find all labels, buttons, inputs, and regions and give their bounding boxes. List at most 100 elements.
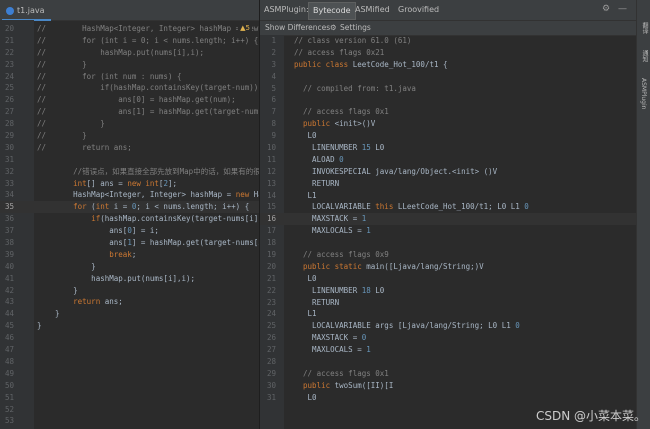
line-number: 34 <box>4 190 14 200</box>
bytecode-line[interactable]: 15 LOCALVARIABLE this LLeetCode_Hot_100/… <box>260 201 636 213</box>
bytecode-line[interactable]: 7 // access flags 0x1 <box>260 106 636 118</box>
code-line[interactable]: 36 if(hashMap.containsKey(target-nums[i]… <box>0 213 260 225</box>
bytecode-line[interactable]: 3 public class LeetCode_Hot_100/t1 { <box>260 59 636 71</box>
bytecode-line[interactable]: 1 // class version 61.0 (61) <box>260 35 636 47</box>
code-line[interactable]: 42 } <box>0 285 260 297</box>
tab-t1-java[interactable]: t1.java <box>2 2 51 21</box>
code-line[interactable]: 45} <box>0 320 260 332</box>
code-text: // ans[0] = hashMap.get(num); <box>37 95 236 105</box>
code-line[interactable]: 41 hashMap.put(nums[i],i); <box>0 273 260 285</box>
code-line[interactable]: 53 <box>0 415 260 427</box>
bytecode-line[interactable]: 9 L0 <box>260 130 636 142</box>
code-line[interactable]: 25 // if(hashMap.containsKey(target-num))… <box>0 82 260 94</box>
strip-item-asmplugin[interactable]: ASMPlugin <box>640 78 647 109</box>
bytecode-line[interactable]: 6 <box>260 94 636 106</box>
bytecode-line[interactable]: 31 L0 <box>260 392 636 404</box>
code-line[interactable]: 32 //错误点，如果直接全部先放到Map中的话，如果有的很是 <box>0 166 260 178</box>
gear-icon[interactable]: ⚙ <box>602 4 610 14</box>
code-line[interactable]: 48 <box>0 356 260 368</box>
line-number: 33 <box>4 178 14 188</box>
bytecode-view[interactable]: 1 // class version 61.0 (61) 2 // access fl… <box>260 35 636 404</box>
bytecode-line[interactable]: 8 public <init>()V <box>260 118 636 130</box>
settings-button[interactable]: Settings <box>340 23 371 32</box>
code-line[interactable]: 50 <box>0 380 260 392</box>
bytecode-line[interactable]: 26 MAXSTACK = 0 <box>260 332 636 344</box>
line-number: 5 <box>271 83 276 93</box>
code-line[interactable]: 31 <box>0 154 260 166</box>
line-number: 31 <box>4 154 14 164</box>
bytecode-line[interactable]: 30 public twoSum([II)[I <box>260 380 636 392</box>
bytecode-line[interactable]: 24 L1 <box>260 308 636 320</box>
code-line[interactable]: 49 <box>0 368 260 380</box>
strip-item-notifications[interactable]: 通知 <box>640 50 649 62</box>
bytecode-line[interactable]: 4 <box>260 71 636 83</box>
code-line[interactable]: 20 // HashMap<Integer, Integer> hashMap =… <box>0 23 260 35</box>
bytecode-line[interactable]: 28 <box>260 356 636 368</box>
strip-item-translate[interactable]: 翻译 <box>640 22 649 34</box>
line-number: 11 <box>266 154 276 164</box>
bytecode-text: // access flags 0x1 <box>294 368 389 378</box>
code-text: } <box>37 309 60 319</box>
code-line[interactable]: 33 int[] ans = new int[2]; <box>0 178 260 190</box>
bytecode-line[interactable]: 5 // compiled from: t1.java <box>260 83 636 95</box>
code-line[interactable]: 40 } <box>0 261 260 273</box>
tab-groovified[interactable]: Groovified <box>394 2 443 18</box>
code-line[interactable]: 24 // for (int num : nums) { <box>0 71 260 83</box>
code-line[interactable]: 51 <box>0 392 260 404</box>
bytecode-line[interactable]: 25 LOCALVARIABLE args [Ljava/lang/String… <box>260 320 636 332</box>
code-line[interactable]: 30 // return ans; <box>0 142 260 154</box>
bytecode-text: // compiled from: t1.java <box>294 83 416 93</box>
code-line[interactable]: 38 ans[1] = hashMap.get(target-nums[i <box>0 237 260 249</box>
bytecode-line[interactable]: 2 // access flags 0x21 <box>260 47 636 59</box>
code-line[interactable]: 35 for (int i = 0; i < nums.length; i++)… <box>0 201 260 214</box>
bytecode-line[interactable]: 12 INVOKESPECIAL java/lang/Object.<init>… <box>260 166 636 178</box>
line-number: 10 <box>266 143 276 153</box>
bytecode-line[interactable]: 10 LINENUMBER 15 L0 <box>260 142 636 154</box>
minimize-icon[interactable]: — <box>618 4 627 14</box>
bytecode-line[interactable]: 21 L0 <box>260 273 636 285</box>
code-line[interactable]: 47 <box>0 344 260 356</box>
code-text: // } <box>37 131 87 141</box>
editor-panel: t1.java 20 // HashMap<Integer, Integer> h… <box>0 0 260 429</box>
bytecode-line[interactable]: 27 MAXLOCALS = 1 <box>260 344 636 356</box>
settings-icon[interactable]: ⚙ <box>330 23 337 32</box>
code-line[interactable]: 43 return ans; <box>0 296 260 308</box>
code-line[interactable]: 34 HashMap<Integer, Integer> hashMap = n… <box>0 189 260 201</box>
code-line[interactable]: 46 <box>0 332 260 344</box>
bytecode-line[interactable]: 16 MAXSTACK = 1 <box>260 213 636 226</box>
code-line[interactable]: 27 // ans[1] = hashMap.get(target-num); <box>0 106 260 118</box>
bytecode-text: MAXSTACK = 1 <box>294 214 367 224</box>
code-line[interactable]: 22 // hashMap.put(nums[i],i); <box>0 47 260 59</box>
code-line[interactable]: 44 } <box>0 308 260 320</box>
code-line[interactable]: 52 <box>0 404 260 416</box>
bytecode-line[interactable]: 11 ALOAD 0 <box>260 154 636 166</box>
bytecode-line[interactable]: 13 RETURN <box>260 178 636 190</box>
bytecode-text: public <init>()V <box>303 119 376 129</box>
java-file-icon <box>6 6 14 15</box>
code-line[interactable]: 28 // } <box>0 118 260 130</box>
code-line[interactable]: 23 // } <box>0 59 260 71</box>
bytecode-line[interactable]: 14 L1 <box>260 190 636 202</box>
code-line[interactable]: 26 // ans[0] = hashMap.get(num); <box>0 94 260 106</box>
code-text: ans[1] = hashMap.get(target-nums[i <box>37 238 260 248</box>
asm-plugin-title: ASMPlugin: <box>264 5 309 14</box>
bytecode-line[interactable]: 29 // access flags 0x1 <box>260 368 636 380</box>
bytecode-line[interactable]: 18 <box>260 237 636 249</box>
bytecode-line[interactable]: 17 MAXLOCALS = 1 <box>260 225 636 237</box>
code-line[interactable]: 39 break; <box>0 249 260 261</box>
tab-bytecode[interactable]: Bytecode <box>308 2 356 20</box>
line-number: 14 <box>266 190 276 200</box>
code-line[interactable]: 37 ans[0] = i; <box>0 225 260 237</box>
warning-indicator[interactable]: ▲5 <box>238 24 252 32</box>
bytecode-text: L1 <box>294 309 317 319</box>
editor-code-area[interactable]: 20 // HashMap<Integer, Integer> hashMap =… <box>0 23 260 427</box>
line-number: 30 <box>4 142 14 152</box>
code-line[interactable]: 21 // for (int i = 0; i < nums.length; i+… <box>0 35 260 47</box>
code-line[interactable]: 29 // } <box>0 130 260 142</box>
bytecode-line[interactable]: 19 // access flags 0x9 <box>260 249 636 261</box>
bytecode-line[interactable]: 20 public static main([Ljava/lang/String… <box>260 261 636 273</box>
show-differences-button[interactable]: Show Differences <box>265 23 330 32</box>
bytecode-line[interactable]: 23 RETURN <box>260 297 636 309</box>
tab-asmified[interactable]: ASMified <box>351 2 394 18</box>
bytecode-line[interactable]: 22 LINENUMBER 18 L0 <box>260 285 636 297</box>
